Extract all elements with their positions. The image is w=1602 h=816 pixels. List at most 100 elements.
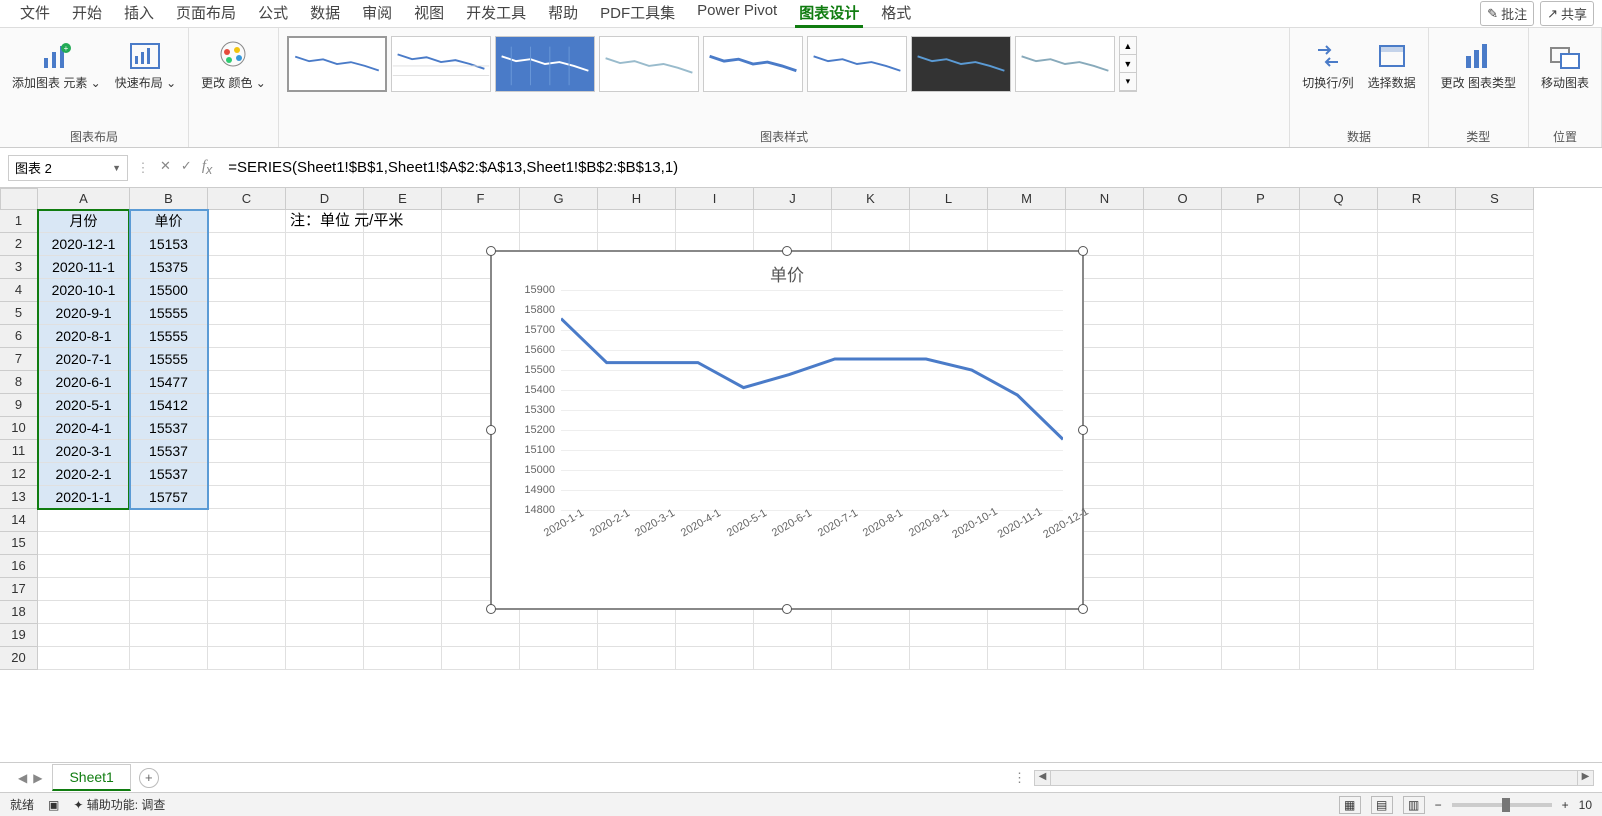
cell-D20[interactable]: [286, 647, 364, 670]
cell-D17[interactable]: [286, 578, 364, 601]
cancel-formula-icon[interactable]: ✕: [160, 158, 171, 177]
cell-J19[interactable]: [754, 624, 832, 647]
cell-A18[interactable]: [38, 601, 130, 624]
cell-C6[interactable]: [208, 325, 286, 348]
cell-S7[interactable]: [1456, 348, 1534, 371]
cell-B4[interactable]: 15500: [130, 279, 208, 302]
cell-O5[interactable]: [1144, 302, 1222, 325]
cell-E5[interactable]: [364, 302, 442, 325]
col-header-J[interactable]: J: [754, 188, 832, 210]
cell-P2[interactable]: [1222, 233, 1300, 256]
menu-item-11[interactable]: Power Pivot: [693, 0, 781, 28]
cell-S19[interactable]: [1456, 624, 1534, 647]
col-header-S[interactable]: S: [1456, 188, 1534, 210]
cell-A5[interactable]: 2020-9-1: [38, 302, 130, 325]
cell-A4[interactable]: 2020-10-1: [38, 279, 130, 302]
cell-P4[interactable]: [1222, 279, 1300, 302]
cell-E10[interactable]: [364, 417, 442, 440]
row-header-17[interactable]: 17: [0, 578, 38, 601]
cell-E18[interactable]: [364, 601, 442, 624]
cell-Q11[interactable]: [1300, 440, 1378, 463]
col-header-O[interactable]: O: [1144, 188, 1222, 210]
menu-item-12[interactable]: 图表设计: [795, 0, 863, 28]
cell-Q12[interactable]: [1300, 463, 1378, 486]
cell-D7[interactable]: [286, 348, 364, 371]
col-header-P[interactable]: P: [1222, 188, 1300, 210]
chart-style-7[interactable]: [911, 36, 1011, 92]
col-header-B[interactable]: B: [130, 188, 208, 210]
cell-B11[interactable]: 15537: [130, 440, 208, 463]
cell-O3[interactable]: [1144, 256, 1222, 279]
cell-G1[interactable]: [520, 210, 598, 233]
share-button[interactable]: ↗共享: [1540, 1, 1594, 26]
cell-A20[interactable]: [38, 647, 130, 670]
cell-Q3[interactable]: [1300, 256, 1378, 279]
cell-I1[interactable]: [676, 210, 754, 233]
cell-A8[interactable]: 2020-6-1: [38, 371, 130, 394]
cell-S4[interactable]: [1456, 279, 1534, 302]
col-header-L[interactable]: L: [910, 188, 988, 210]
cell-A16[interactable]: [38, 555, 130, 578]
change-colors-button[interactable]: 更改 颜色 ⌄: [197, 36, 270, 92]
cell-E19[interactable]: [364, 624, 442, 647]
cell-A9[interactable]: 2020-5-1: [38, 394, 130, 417]
cell-B10[interactable]: 15537: [130, 417, 208, 440]
cell-S6[interactable]: [1456, 325, 1534, 348]
cell-E6[interactable]: [364, 325, 442, 348]
row-header-1[interactable]: 1: [0, 210, 38, 233]
cell-D12[interactable]: [286, 463, 364, 486]
cell-R14[interactable]: [1378, 509, 1456, 532]
cell-P6[interactable]: [1222, 325, 1300, 348]
col-header-G[interactable]: G: [520, 188, 598, 210]
cell-O7[interactable]: [1144, 348, 1222, 371]
cell-O18[interactable]: [1144, 601, 1222, 624]
horizontal-scrollbar[interactable]: ◀▶: [1034, 770, 1594, 786]
cell-P15[interactable]: [1222, 532, 1300, 555]
cell-Q2[interactable]: [1300, 233, 1378, 256]
cell-C2[interactable]: [208, 233, 286, 256]
cell-A14[interactable]: [38, 509, 130, 532]
tab-nav-next-icon[interactable]: ▶: [33, 771, 42, 785]
cell-D6[interactable]: [286, 325, 364, 348]
quick-layout-button[interactable]: 快速布局 ⌄: [111, 36, 180, 92]
select-all-corner[interactable]: [0, 188, 38, 210]
chart-style-5[interactable]: [703, 36, 803, 92]
cell-E8[interactable]: [364, 371, 442, 394]
cell-O4[interactable]: [1144, 279, 1222, 302]
cell-C3[interactable]: [208, 256, 286, 279]
zoom-slider[interactable]: [1452, 803, 1552, 807]
cell-P8[interactable]: [1222, 371, 1300, 394]
cell-R15[interactable]: [1378, 532, 1456, 555]
cell-K1[interactable]: [832, 210, 910, 233]
cell-A12[interactable]: 2020-2-1: [38, 463, 130, 486]
cell-K19[interactable]: [832, 624, 910, 647]
cell-L19[interactable]: [910, 624, 988, 647]
col-header-A[interactable]: A: [38, 188, 130, 210]
cell-B18[interactable]: [130, 601, 208, 624]
menu-item-13[interactable]: 格式: [877, 0, 915, 28]
cell-P10[interactable]: [1222, 417, 1300, 440]
cell-P19[interactable]: [1222, 624, 1300, 647]
chart-plot-area[interactable]: 1480014900150001510015200153001540015500…: [561, 290, 1063, 510]
accept-formula-icon[interactable]: ✓: [181, 158, 192, 177]
cell-S5[interactable]: [1456, 302, 1534, 325]
cell-D14[interactable]: [286, 509, 364, 532]
cell-P5[interactable]: [1222, 302, 1300, 325]
chart-title[interactable]: 单价: [491, 251, 1083, 290]
cell-S13[interactable]: [1456, 486, 1534, 509]
cell-R8[interactable]: [1378, 371, 1456, 394]
row-header-12[interactable]: 12: [0, 463, 38, 486]
cell-D18[interactable]: [286, 601, 364, 624]
menu-item-2[interactable]: 插入: [120, 0, 158, 28]
cell-R11[interactable]: [1378, 440, 1456, 463]
cell-B5[interactable]: 15555: [130, 302, 208, 325]
cell-C18[interactable]: [208, 601, 286, 624]
cell-E2[interactable]: [364, 233, 442, 256]
tab-nav-prev-icon[interactable]: ◀: [18, 771, 27, 785]
cell-O20[interactable]: [1144, 647, 1222, 670]
cell-R17[interactable]: [1378, 578, 1456, 601]
cell-P13[interactable]: [1222, 486, 1300, 509]
cell-Q20[interactable]: [1300, 647, 1378, 670]
cell-O10[interactable]: [1144, 417, 1222, 440]
col-header-M[interactable]: M: [988, 188, 1066, 210]
